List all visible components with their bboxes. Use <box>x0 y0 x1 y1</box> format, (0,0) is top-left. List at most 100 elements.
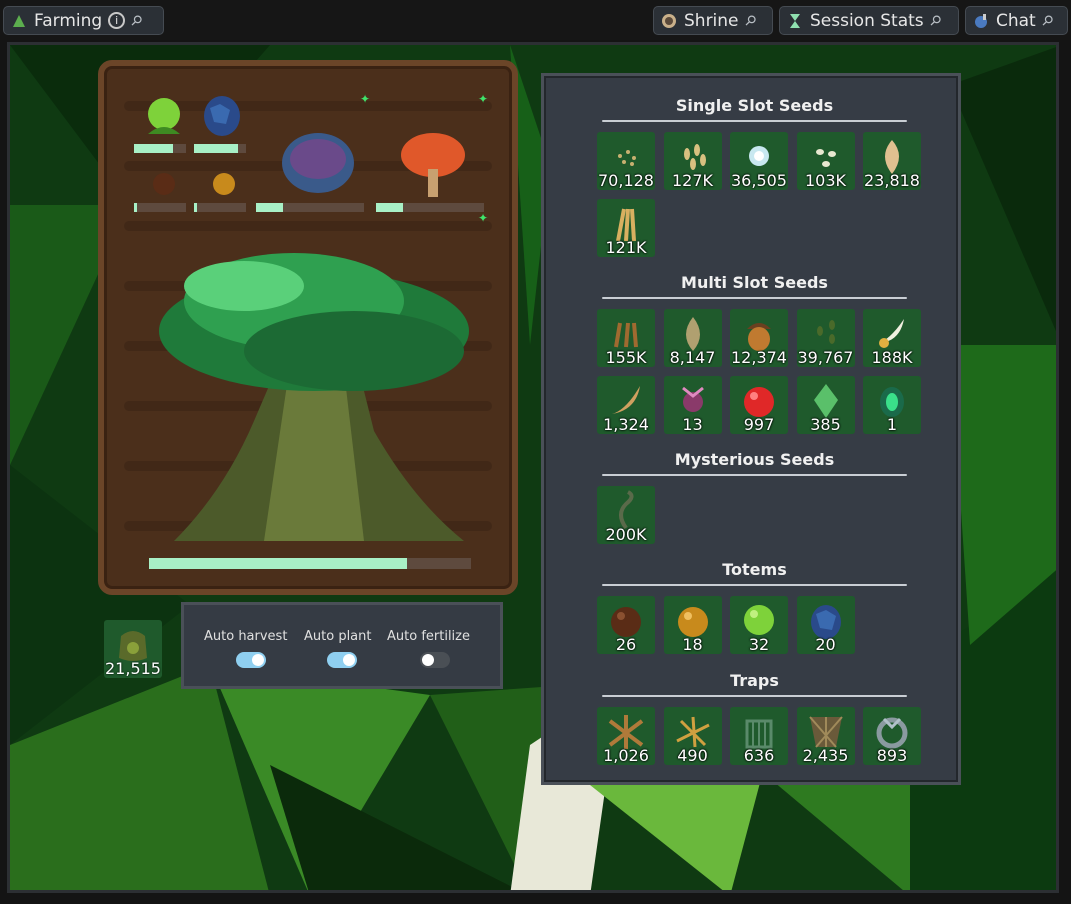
auto-harvest-label: Auto harvest <box>204 629 288 644</box>
blue-totem-icon <box>204 96 240 136</box>
net-trap-icon <box>808 716 843 748</box>
sprout-seeds-icon <box>816 320 835 344</box>
gold-totem-icon <box>677 607 708 637</box>
single-slot-seeds-heading: Single Slot Seeds <box>602 96 907 122</box>
fertilizer-count: 21,515 <box>105 659 161 678</box>
sparkle-icon: ✦ <box>478 211 489 225</box>
inventory-slot[interactable]: 18 <box>663 596 722 654</box>
item-count: 8,147 <box>669 348 716 367</box>
item-count: 26 <box>615 635 637 654</box>
inventory-slot[interactable]: 13 <box>663 376 722 434</box>
inventory-slot[interactable]: 200K <box>597 486 655 544</box>
inventory-slot[interactable]: 893 <box>863 707 921 765</box>
inventory-slot[interactable]: 23,818 <box>863 132 921 190</box>
item-count: 155K <box>605 348 647 367</box>
item-count: 39,767 <box>797 348 854 367</box>
cage-trap-icon <box>745 719 773 749</box>
leaf-pod-icon <box>612 386 640 414</box>
progress-bar <box>256 203 364 212</box>
inventory-slot[interactable]: 127K <box>663 132 722 190</box>
farming-icon <box>10 12 28 30</box>
auto-harvest-toggle[interactable] <box>236 652 266 668</box>
item-count: 636 <box>743 746 775 765</box>
item-count: 1,026 <box>603 746 649 765</box>
tree-progress-bar <box>149 558 471 569</box>
tab-shrine-label: Shrine <box>684 10 739 31</box>
inventory-slot[interactable]: 385 <box>796 376 855 434</box>
glowing-seed-icon <box>749 146 769 166</box>
green-crystal-icon <box>813 384 838 418</box>
brown-totem-icon <box>153 173 175 195</box>
tab-session-stats[interactable]: Session Stats ⚲ <box>779 6 959 35</box>
inventory-slot[interactable]: 20 <box>796 596 855 654</box>
acorn-icon <box>747 323 771 351</box>
branch-trap-icon <box>675 716 710 748</box>
item-count: 490 <box>677 746 708 765</box>
progress-bar <box>134 144 186 153</box>
inventory-slot[interactable]: 36,505 <box>730 132 788 190</box>
inventory-slot[interactable]: 155K <box>597 309 655 367</box>
pin-icon[interactable]: ⚲ <box>1038 11 1057 30</box>
chat-icon <box>972 12 990 30</box>
auto-fertilize-toggle[interactable] <box>420 652 450 668</box>
inventory-slot[interactable]: 2,435 <box>796 707 855 765</box>
blue-totem-icon <box>810 605 841 639</box>
inventory-slot[interactable]: 26 <box>597 596 655 654</box>
red-fruit-icon <box>744 387 774 417</box>
shrine-icon <box>660 12 678 30</box>
item-count: 1 <box>886 415 898 434</box>
inventory-slot[interactable]: 1 <box>863 376 921 434</box>
mysterious-seeds-heading: Mysterious Seeds <box>602 450 907 476</box>
item-count: 13 <box>682 415 703 434</box>
inventory-slot[interactable]: 32 <box>730 596 788 654</box>
traps-heading: Traps <box>602 671 907 697</box>
auto-plant-toggle[interactable] <box>327 652 357 668</box>
progress-bar <box>134 203 186 212</box>
item-count: 12,374 <box>731 348 787 367</box>
green-totem-icon <box>148 98 180 134</box>
item-count: 23,818 <box>864 171 920 190</box>
inventory-panel: Single Slot Seeds Multi Slot Seeds Myste… <box>541 73 961 785</box>
inventory-slot[interactable]: 39,767 <box>796 309 855 367</box>
inventory-slot[interactable]: 997 <box>730 376 788 434</box>
wheat-icon <box>616 208 636 242</box>
orange-tree-icon <box>401 133 465 197</box>
pin-icon[interactable]: ⚲ <box>740 11 759 30</box>
pin-icon[interactable]: ⚲ <box>926 11 945 30</box>
inventory-slot[interactable]: 1,026 <box>597 707 655 765</box>
item-count: 2,435 <box>802 746 849 765</box>
wood-trap-icon <box>608 715 644 749</box>
progress-bar <box>376 203 484 212</box>
inventory-slot[interactable]: 490 <box>663 707 722 765</box>
item-count: 18 <box>682 635 703 654</box>
white-seeds-icon <box>815 149 836 167</box>
auto-plant-label: Auto plant <box>304 629 372 644</box>
hourglass-icon <box>786 12 804 30</box>
pin-icon[interactable]: ⚲ <box>127 11 146 30</box>
farm-plot[interactable]: ✦ ✦ ✦ <box>98 60 518 595</box>
item-count: 70,128 <box>598 171 654 190</box>
green-totem-icon <box>744 605 774 635</box>
brown-seeds-icon <box>614 322 638 348</box>
vine-seed-icon <box>619 490 634 530</box>
blue-tree-icon <box>282 133 354 193</box>
tab-farming[interactable]: Farming i ⚲ <box>3 6 164 35</box>
inventory-slot[interactable]: 121K <box>597 199 655 257</box>
progress-bar <box>194 144 246 153</box>
inventory-slot[interactable]: 70,128 <box>597 132 655 190</box>
inventory-slot[interactable]: 8,147 <box>663 309 722 367</box>
tab-chat[interactable]: Chat ⚲ <box>965 6 1068 35</box>
grain-seeds-icon <box>683 144 706 170</box>
fertilizer-slot[interactable]: 21,515 <box>104 620 162 678</box>
item-count: 103K <box>804 171 847 190</box>
farming-window: ✦ ✦ ✦ 21,515 Auto harvest Auto plant Aut… <box>7 42 1059 893</box>
metal-trap-icon <box>876 717 908 749</box>
inventory-slot[interactable]: 188K <box>863 309 921 367</box>
info-icon[interactable]: i <box>108 12 126 29</box>
inventory-slot[interactable]: 636 <box>730 707 788 765</box>
inventory-slot[interactable]: 103K <box>796 132 855 190</box>
item-count: 121K <box>605 238 647 257</box>
inventory-slot[interactable]: 1,324 <box>597 376 655 434</box>
inventory-slot[interactable]: 12,374 <box>730 309 788 367</box>
tab-shrine[interactable]: Shrine ⚲ <box>653 6 773 35</box>
